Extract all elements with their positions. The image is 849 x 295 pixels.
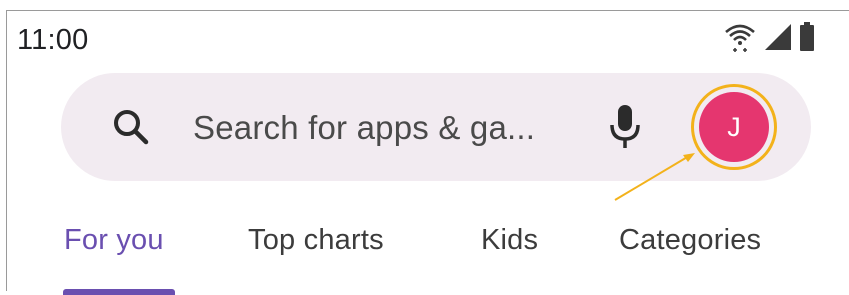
active-tab-indicator [63, 289, 175, 295]
search-icon[interactable] [111, 107, 151, 147]
tab-kids[interactable]: Kids [481, 224, 538, 257]
status-time: 11:00 [17, 24, 89, 56]
search-input[interactable]: Search for apps & ga... [193, 109, 535, 147]
tab-categories[interactable]: Categories [619, 224, 761, 257]
search-bar[interactable]: Search for apps & ga... J [61, 73, 811, 181]
tab-for-you[interactable]: For you [64, 224, 164, 257]
tab-top-charts[interactable]: Top charts [248, 224, 384, 257]
status-icons [723, 21, 815, 58]
phone-screen: 11:00 Search for apps & ga... J For you … [6, 10, 849, 295]
avatar-highlight-ring: J [691, 84, 777, 170]
account-avatar[interactable]: J [699, 92, 769, 162]
mic-icon[interactable] [607, 103, 643, 151]
tab-bar: For you Top charts Kids Categories [7, 224, 849, 274]
signal-icon [763, 23, 793, 56]
wifi-icon [723, 21, 757, 58]
battery-icon [799, 21, 815, 57]
